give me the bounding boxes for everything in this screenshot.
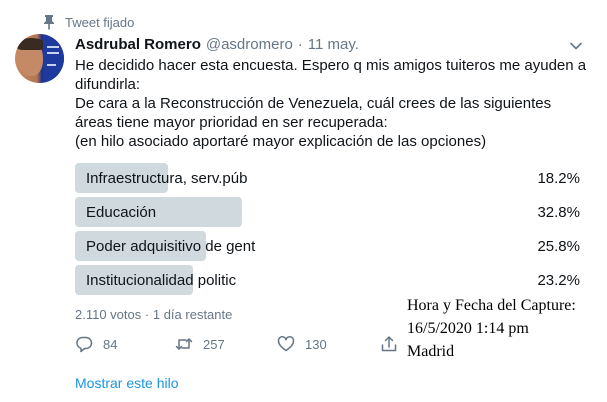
avatar-hair bbox=[17, 38, 45, 50]
reply-icon bbox=[76, 336, 93, 353]
capture-note-line: Madrid bbox=[407, 343, 455, 360]
poll-meta: 2.110 votos · 1 día restante bbox=[75, 307, 232, 322]
poll-option-label: Institucionalidad politic bbox=[86, 271, 237, 289]
capture-note-line: Hora y Fecha del Capture: bbox=[407, 297, 576, 314]
tweet-date[interactable]: 11 may. bbox=[308, 36, 359, 53]
reply-count: 84 bbox=[103, 336, 118, 352]
poll-option-label: Educación bbox=[86, 203, 157, 221]
avatar-cover-line bbox=[47, 52, 59, 54]
pinned-tweet-indicator: Tweet fijado bbox=[42, 14, 134, 30]
like-button[interactable]: 130 bbox=[277, 335, 327, 353]
poll-remaining: 1 día restante bbox=[152, 307, 233, 322]
heart-icon bbox=[277, 336, 295, 352]
poll-option-label: Infraestructura, serv.púb bbox=[86, 169, 248, 187]
poll-option: Infraestructura, serv.púb 18.2% bbox=[75, 163, 580, 193]
poll-option-percent: 18.2% bbox=[537, 169, 580, 187]
reply-button[interactable]: 84 bbox=[75, 335, 117, 353]
tweet-text-line: (en hilo asociado aportaré mayor explica… bbox=[75, 133, 487, 150]
avatar[interactable] bbox=[15, 34, 64, 83]
like-count: 130 bbox=[305, 336, 327, 352]
retweet-button[interactable]: 257 bbox=[175, 335, 225, 353]
header-separator: · bbox=[297, 36, 303, 53]
avatar-cover-line bbox=[47, 64, 56, 66]
tweet-text-line: De cara a la Reconstrucción de Venezuela… bbox=[75, 95, 552, 131]
share-icon bbox=[381, 336, 397, 352]
poll-votes: 2.110 votos bbox=[75, 307, 142, 322]
retweet-icon bbox=[175, 338, 193, 350]
poll: Infraestructura, serv.púb 18.2% Educació… bbox=[75, 163, 580, 299]
show-thread-link[interactable]: Mostrar este hilo bbox=[75, 375, 178, 391]
author-name[interactable]: Asdrubal Romero bbox=[75, 36, 201, 53]
poll-option-percent: 32.8% bbox=[537, 203, 580, 221]
poll-option: Educación 32.8% bbox=[75, 197, 580, 227]
chevron-down-icon[interactable] bbox=[568, 38, 584, 54]
capture-note-line: 16/5/2020 1:14 pm bbox=[407, 320, 529, 337]
avatar-book-cover bbox=[43, 34, 64, 83]
poll-meta-separator: · bbox=[144, 307, 150, 322]
author-handle[interactable]: @asdromero bbox=[206, 36, 293, 53]
tweet-header: Asdrubal Romero @asdromero · 11 may. bbox=[75, 36, 359, 53]
poll-option-percent: 25.8% bbox=[537, 237, 580, 255]
poll-option: Poder adquisitivo de gent 25.8% bbox=[75, 231, 580, 261]
poll-option: Institucionalidad politic 23.2% bbox=[75, 265, 580, 295]
tweet-text-line: He decidido hacer esta encuesta. Espero … bbox=[75, 57, 587, 93]
avatar-cover-line bbox=[47, 46, 59, 48]
pinned-label: Tweet fijado bbox=[65, 14, 135, 30]
poll-option-label: Poder adquisitivo de gent bbox=[86, 237, 256, 255]
retweet-count: 257 bbox=[203, 336, 225, 352]
pin-icon bbox=[44, 15, 54, 30]
share-button[interactable] bbox=[380, 335, 408, 353]
tweet-text: He decidido hacer esta encuesta. Espero … bbox=[75, 56, 590, 151]
capture-timestamp-overlay: Hora y Fecha del Capture: 16/5/2020 1:14… bbox=[405, 294, 578, 363]
poll-option-percent: 23.2% bbox=[537, 271, 580, 289]
